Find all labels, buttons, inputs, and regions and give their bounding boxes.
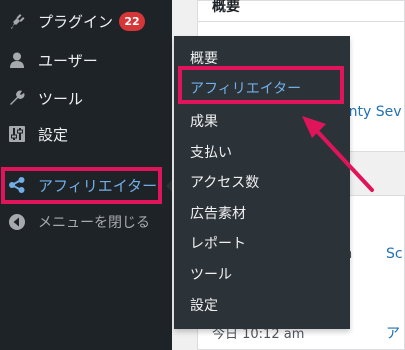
annotation-arrow-icon bbox=[302, 116, 374, 192]
